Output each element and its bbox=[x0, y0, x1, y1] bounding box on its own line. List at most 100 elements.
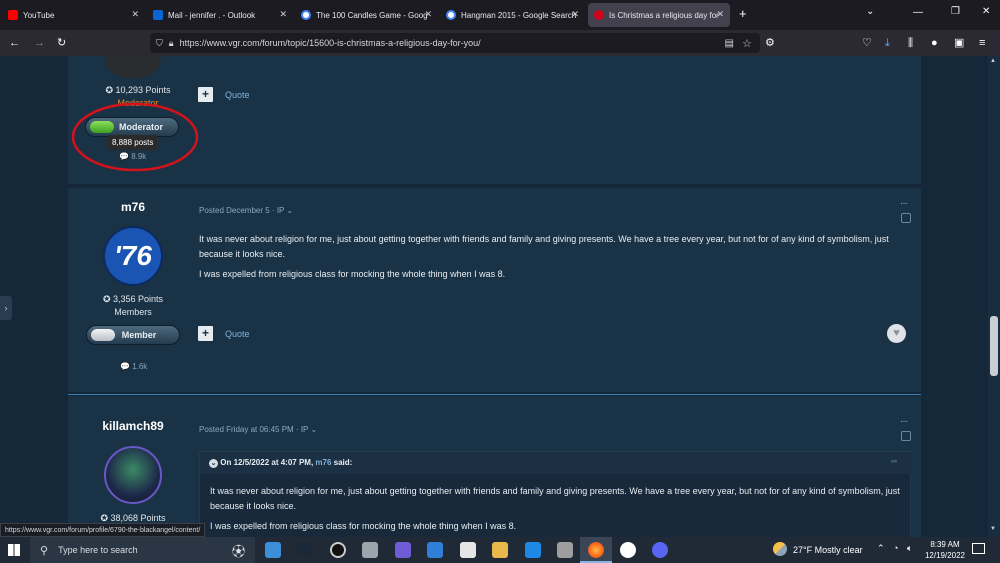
obs-icon[interactable] bbox=[330, 542, 346, 558]
scrollbar[interactable]: ▲ ▼ bbox=[988, 56, 1000, 537]
share-quote-icon[interactable]: ➦ bbox=[890, 456, 898, 467]
avatar[interactable] bbox=[104, 446, 162, 504]
chevron-down-icon[interactable]: ⌄ bbox=[310, 425, 317, 434]
chevron-down-icon[interactable]: ⌄ bbox=[286, 206, 293, 215]
post-paragraph: I was expelled from religious class for … bbox=[199, 269, 506, 279]
close-icon[interactable]: ✕ bbox=[716, 9, 724, 20]
author-name[interactable]: m76 bbox=[88, 200, 178, 214]
download-icon[interactable]: ⤓ bbox=[885, 35, 890, 51]
pocket-icon[interactable]: ♡ bbox=[862, 35, 872, 51]
reaction-heart-icon[interactable]: ♥ bbox=[887, 324, 906, 343]
scroll-down-icon[interactable]: ▼ bbox=[990, 526, 996, 532]
chrome-icon[interactable] bbox=[620, 542, 636, 558]
restore-icon[interactable]: ❐ bbox=[951, 6, 960, 17]
steam-icon[interactable] bbox=[297, 542, 313, 558]
vgr-icon bbox=[594, 10, 604, 20]
author-name[interactable]: killamch89 bbox=[88, 419, 178, 433]
search-icon: ⚲ bbox=[40, 544, 49, 557]
list-tabs-icon[interactable]: ⌄ bbox=[866, 6, 874, 17]
tab-christmas[interactable]: Is Christmas a religious day for ✕ bbox=[588, 3, 730, 27]
media-icon[interactable] bbox=[557, 542, 573, 558]
scroll-up-icon[interactable]: ▲ bbox=[990, 58, 996, 64]
volume-icon[interactable]: 🔈︎ bbox=[907, 543, 912, 554]
points-value: 10,293 Points bbox=[115, 85, 171, 95]
settings-icon[interactable]: ⚙ bbox=[765, 35, 775, 51]
notepad-icon[interactable] bbox=[460, 542, 476, 558]
search-placeholder: Type here to search bbox=[58, 545, 138, 555]
search-highlight-icon: ⚽︎ bbox=[231, 544, 245, 559]
clock[interactable]: 8:39 AM 12/19/2022 bbox=[924, 539, 966, 561]
bookmark-star-icon[interactable]: ☆ bbox=[742, 37, 752, 50]
tab-outlook[interactable]: Mail - jennifer . - Outlook ✕ bbox=[147, 3, 293, 27]
close-icon[interactable]: ✕ bbox=[279, 9, 287, 20]
tab-strip: YouTube ✕ Mail - jennifer . - Outlook ✕ … bbox=[0, 0, 1000, 30]
forward-icon[interactable]: → bbox=[34, 35, 45, 51]
sidebar-icon[interactable]: ▣ bbox=[954, 35, 964, 51]
avatar[interactable]: '76 bbox=[103, 226, 163, 286]
multiquote-button[interactable]: + bbox=[198, 326, 213, 341]
file-explorer-icon[interactable] bbox=[492, 542, 508, 558]
select-post-checkbox[interactable] bbox=[901, 213, 911, 223]
new-tab-button[interactable]: + bbox=[739, 6, 747, 21]
back-icon[interactable]: ← bbox=[9, 35, 20, 51]
reader-view-icon[interactable]: ▤ bbox=[725, 38, 734, 49]
menu-icon[interactable]: ≡ bbox=[979, 35, 985, 51]
tab-label: The 100 Candles Game - Goog bbox=[316, 10, 428, 20]
post-meta: Posted Friday at 06:45 PM · IP ⌄ bbox=[199, 425, 317, 434]
window-close-icon[interactable]: ✕ bbox=[982, 6, 990, 17]
quote-button[interactable]: Quote bbox=[225, 90, 250, 100]
outlook-icon bbox=[153, 10, 163, 20]
firefox-taskbar-button[interactable] bbox=[580, 537, 612, 563]
post-meta-text: Posted Friday at 06:45 PM · IP bbox=[199, 425, 309, 434]
badge-label: Member bbox=[121, 330, 157, 340]
quote-button[interactable]: Quote bbox=[225, 329, 250, 339]
google-icon bbox=[446, 10, 456, 20]
close-icon[interactable]: ✕ bbox=[571, 9, 579, 20]
quote-said: said: bbox=[333, 458, 353, 467]
url-text: https://www.vgr.com/forum/topic/15600-is… bbox=[179, 38, 481, 48]
app-icon-3[interactable] bbox=[427, 542, 443, 558]
collapse-quote-icon[interactable]: ⌄ bbox=[209, 459, 218, 468]
url-bar[interactable]: ⛉ 🔒︎ https://www.vgr.com/forum/topic/156… bbox=[150, 33, 760, 53]
more-options-icon[interactable]: ··· bbox=[900, 416, 908, 427]
select-post-checkbox[interactable] bbox=[901, 431, 911, 441]
quote-body: It was never about religion for me, just… bbox=[210, 484, 900, 534]
status-url: https://www.vgr.com/forum/profile/6790-t… bbox=[0, 523, 206, 537]
photos-icon[interactable] bbox=[525, 542, 541, 558]
close-icon[interactable]: ✕ bbox=[131, 9, 139, 20]
windows-start-icon[interactable] bbox=[8, 544, 20, 556]
tab-youtube[interactable]: YouTube ✕ bbox=[2, 3, 145, 27]
points-value: 3,356 Points bbox=[113, 294, 164, 304]
task-view-icon[interactable] bbox=[265, 542, 281, 558]
quote-user-link[interactable]: m76 bbox=[315, 458, 331, 467]
avatar[interactable] bbox=[105, 56, 161, 78]
notification-icon[interactable] bbox=[972, 543, 985, 554]
minimize-icon[interactable]: — bbox=[913, 7, 923, 18]
tab-100-candles[interactable]: The 100 Candles Game - Goog ✕ bbox=[295, 3, 438, 27]
extension-icon[interactable]: ● bbox=[931, 35, 938, 51]
tab-hangman[interactable]: Hangman 2015 - Google Search ✕ bbox=[440, 3, 585, 27]
reload-icon[interactable]: ↻ bbox=[57, 35, 66, 51]
weather-icon[interactable] bbox=[773, 542, 787, 556]
app-icon[interactable] bbox=[362, 542, 378, 558]
weather-text[interactable]: 27°F Mostly clear bbox=[793, 545, 863, 555]
post-body: It was never about religion for me, just… bbox=[199, 232, 889, 282]
discord-icon[interactable] bbox=[652, 542, 668, 558]
close-icon[interactable]: ✕ bbox=[424, 9, 432, 20]
more-options-icon[interactable]: ··· bbox=[900, 198, 908, 209]
library-icon[interactable]: ⫼ bbox=[908, 35, 913, 51]
quote-block: ⌄ On 12/5/2022 at 4:07 PM, m76 said: ➦ I… bbox=[199, 451, 912, 537]
chevron-up-icon[interactable]: ⌃ bbox=[877, 543, 885, 554]
forum-page: ✪ 10,293 Points Moderator Moderator 8,88… bbox=[0, 56, 988, 537]
clock-time: 8:39 AM bbox=[930, 540, 960, 549]
side-panel-toggle-icon[interactable]: › bbox=[0, 296, 12, 320]
network-icon[interactable]: ◔ bbox=[893, 543, 898, 553]
member-badge: Member bbox=[86, 325, 180, 345]
tab-label: Mail - jennifer . - Outlook bbox=[168, 10, 256, 20]
lock-icon: 🔒︎ bbox=[168, 37, 174, 48]
post-meta-text: Posted December 5 · IP bbox=[199, 206, 285, 215]
taskbar-search[interactable]: ⚲ Type here to search ⚽︎ bbox=[30, 537, 255, 563]
quote-header-text: On 12/5/2022 at 4:07 PM, bbox=[220, 458, 314, 467]
app-icon-2[interactable] bbox=[395, 542, 411, 558]
scrollbar-thumb[interactable] bbox=[990, 316, 998, 376]
